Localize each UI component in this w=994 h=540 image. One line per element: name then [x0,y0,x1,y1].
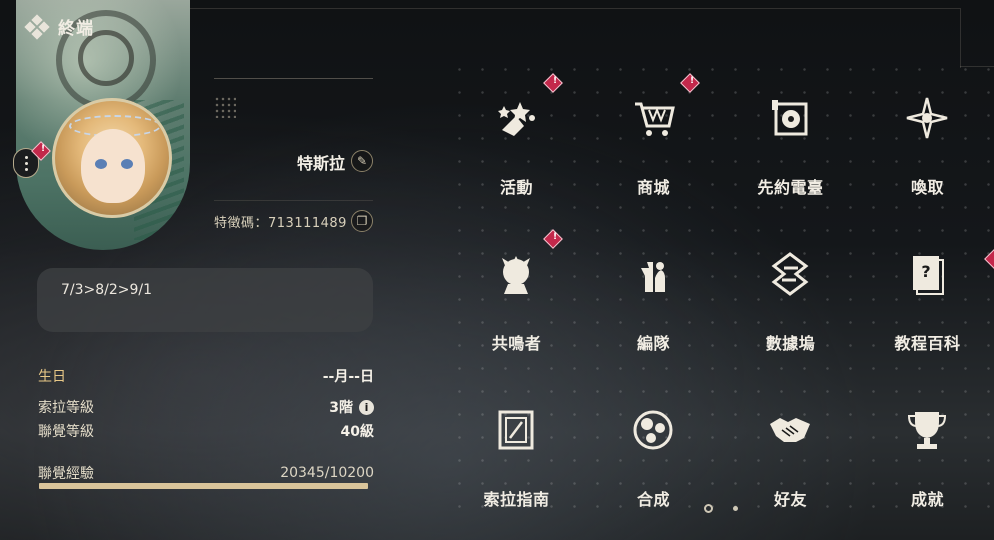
union-level-value: 40級 [340,424,374,440]
menu-item-synthesis[interactable]: 合成 [585,380,722,530]
menu-item-event[interactable]: 活動 [448,68,585,218]
menu-label-radio: 先約電臺 [757,178,824,197]
uid-value: 713111489 [268,216,347,231]
menu-item-team[interactable]: 編隊 [585,224,722,374]
menu-item-resonators[interactable]: 共鳴者 [448,224,585,374]
birthday-label: 生日 [38,369,66,385]
terminal-diamond-icon [24,13,50,40]
resonator-head-icon [492,250,540,298]
avatar-eye-right [121,159,133,169]
event-stars-icon [492,94,540,142]
menu-item-store[interactable]: 商城 [585,68,722,218]
divider-line [214,78,373,79]
menu-label-event: 活動 [499,178,533,197]
edit-name-button[interactable]: ✎ [351,150,373,172]
guide-book-icon [492,406,540,454]
player-name: 特斯拉 [296,154,345,173]
info-icon[interactable]: i [359,399,374,415]
avatar-eye-left [95,159,107,169]
union-exp-progress-bar [39,483,368,489]
shopping-cart-icon [629,94,677,142]
trophy-icon [903,406,951,454]
menu-item-tutorial[interactable]: ? 教程百科 [859,224,994,374]
chess-pieces-icon [629,250,677,298]
sola-level-value: 3階 [329,400,353,416]
menu-item-data-dock[interactable]: 數據塢 [722,224,859,374]
menu-label-sola-guide: 索拉指南 [483,490,550,509]
tutorial-book-icon: ? [903,250,951,298]
uid-label: 特徵碼： [214,216,269,231]
menu-label-team: 編隊 [636,334,670,353]
signature-box[interactable]: 7/3>8/2>9/1 [37,268,373,332]
pencil-icon: ✎ [356,154,368,168]
union-level-row: 聯覺等級 40級 [38,421,374,441]
synthesis-orb-icon [629,406,677,454]
divider-line [214,200,373,201]
union-exp-row: 聯覺經驗 20345/10200 [38,463,374,483]
avatar-face [81,129,145,203]
menu-label-friends: 好友 [773,490,807,509]
menu-label-store: 商城 [636,178,670,197]
menu-label-synthesis: 合成 [636,490,670,509]
page-indicator [704,504,738,513]
union-exp-progress-fill [39,483,368,489]
menu-item-achievements[interactable]: 成就 [859,380,994,530]
avatar[interactable] [52,98,172,218]
data-dock-icon [766,250,814,298]
menu-label-tutorial: 教程百科 [894,334,961,353]
handshake-icon [766,406,814,454]
menu-item-friends[interactable]: 好友 [722,380,859,530]
menu-label-resonators: 共鳴者 [491,334,542,353]
menu-item-radio[interactable]: 先約電臺 [722,68,859,218]
page-dot-2[interactable] [733,506,738,511]
alert-badge [543,229,563,249]
page-title: 終端 [58,19,94,39]
profile-panel: 終端 特斯拉 ✎ 特徵碼：713111489 ❐ 7/3>8/2>9/1 生日 … [0,0,400,540]
alert-badge [984,249,994,269]
menu-label-convene: 喚取 [910,178,944,197]
sola-level-row: 索拉等級 3階 i [38,397,374,417]
dot-grid-decoration [214,96,236,118]
union-level-label: 聯覺等級 [38,424,94,440]
terminal-menu-grid: 活動 商城 先約電臺 喚取共鳴者 編隊 數據塢? 教程百科索拉指南 合成 好友 成就 [448,58,994,518]
birthday-value: --月--日 [322,369,374,385]
union-exp-label: 聯覺經驗 [38,466,94,482]
sola-level-label: 索拉等級 [38,400,94,416]
menu-label-data-dock: 數據塢 [765,334,816,353]
radio-record-icon [766,94,814,142]
copy-uid-button[interactable]: ❐ [351,210,373,232]
title-bar: 終端 [24,13,94,40]
uid-display: 特徵碼：713111489 [214,212,347,231]
page-dot-1[interactable] [704,504,713,513]
compass-star-icon [903,94,951,142]
birthday-row: 生日 --月--日 [38,366,374,386]
menu-item-convene[interactable]: 喚取 [859,68,994,218]
svg-text:?: ? [921,262,930,281]
signature-text: 7/3>8/2>9/1 [61,282,153,298]
alert-badge [543,73,563,93]
union-exp-value: 20345/10200 [280,465,374,481]
copy-icon: ❐ [356,214,368,228]
sola-level-value-wrap: 3階 i [329,397,374,417]
menu-label-achievements: 成就 [910,490,944,509]
alert-badge [680,73,700,93]
menu-item-sola-guide[interactable]: 索拉指南 [448,380,585,530]
